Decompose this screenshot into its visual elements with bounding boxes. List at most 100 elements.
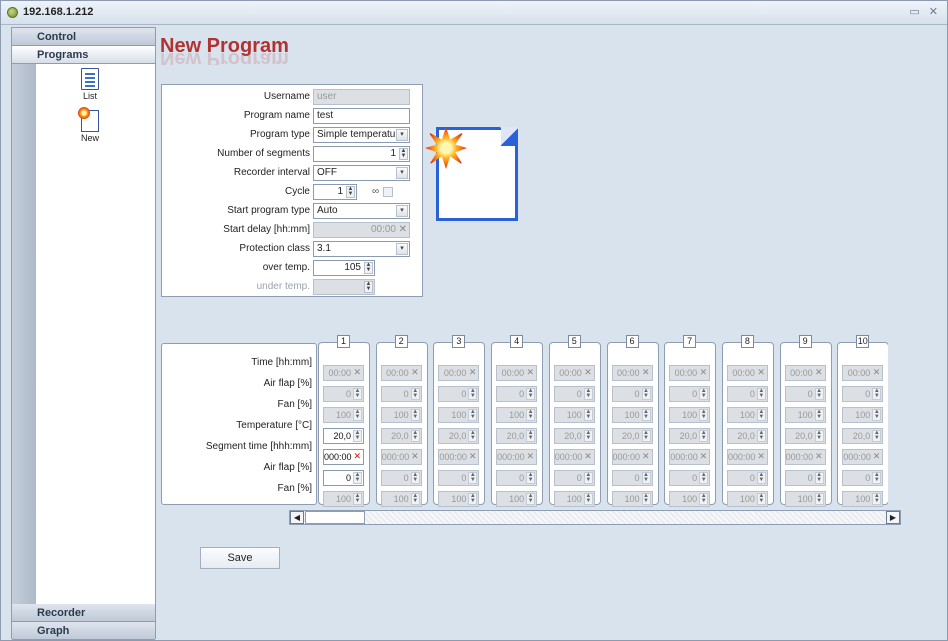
scroll-left-icon[interactable]: ◀ [290, 511, 304, 524]
segment-cell-fan: 100 ▲ ▼ [323, 407, 364, 423]
program-name-input[interactable]: test [313, 108, 410, 124]
segment-cell-airflap: 0 ▲ ▼ [842, 386, 884, 402]
segment-cell-value: 000:00 [497, 452, 525, 462]
cycle-stepper[interactable]: 1 ▲ ▼ [313, 184, 357, 200]
window-controls[interactable]: ▭ ✕ [909, 5, 941, 18]
scrollbar-thumb[interactable] [305, 511, 365, 524]
segment-cell-fan: 100 ▲ ▼ [380, 407, 422, 423]
new-program-document-icon [425, 125, 518, 221]
segment-cell-segtime: 000:00 ✕ [669, 449, 711, 465]
segment-cell-fan2: 100 ▲ ▼ [496, 491, 538, 507]
new-document-icon [78, 107, 99, 132]
sidebar-section-graph[interactable]: Graph [12, 622, 155, 640]
spinner-icon[interactable]: ▲ ▼ [353, 472, 362, 484]
spinner-icon: ▲ ▼ [468, 388, 478, 400]
spinner-icon: ▲ ▼ [353, 388, 362, 400]
segment-cell-value: 0 [403, 473, 409, 483]
sidebar-section-control[interactable]: Control [12, 28, 155, 46]
segment-column: 9 00:00 ✕ 0 ▲ ▼ 100 ▲ ▼ 20,0 ▲ ▼ 000:00 ✕ 0 ▲ ▼ 100 ▲ ▼ [779, 335, 832, 507]
clear-icon: ✕ [468, 451, 477, 461]
chevron-down-icon[interactable]: ▾ [396, 205, 408, 217]
start-type-select[interactable]: Auto ▾ [313, 203, 410, 219]
recorder-select[interactable]: OFF ▾ [313, 165, 410, 181]
segment-cell-segtime[interactable]: 000:00 ✕ [323, 449, 364, 465]
segment-cell-temp: 20,0 ▲ ▼ [784, 428, 826, 444]
cycle-label: Cycle [284, 186, 310, 197]
segment-cell-value: 20,0 [795, 431, 813, 441]
segment-cell-value: 0 [634, 389, 640, 399]
segment-cell-value: 0 [692, 389, 698, 399]
segment-column: 5 00:00 ✕ 0 ▲ ▼ 100 ▲ ▼ 20,0 ▲ ▼ 000:00 ✕ 0 ▲ ▼ 100 ▲ ▼ [548, 335, 601, 507]
segment-cell-fan: 100 ▲ ▼ [438, 407, 480, 423]
chevron-down-icon[interactable]: ▾ [396, 129, 408, 141]
over-temp-stepper[interactable]: 105 ▲ ▼ [313, 260, 375, 276]
row-label-airflap-2: Air flap [%] [263, 462, 312, 473]
segment-cell-fan2: 100 ▲ ▼ [726, 491, 768, 507]
chevron-down-icon[interactable]: ▾ [396, 243, 408, 255]
segment-cell-value: 100 [855, 494, 871, 504]
row-label-fan-2: Fan [%] [277, 483, 312, 494]
segment-cell-segtime: 000:00 ✕ [380, 449, 422, 465]
segment-cell-value: 00:00 [732, 368, 755, 378]
segment-number: 5 [567, 335, 581, 348]
segment-cell-time: 00:00 ✕ [611, 365, 653, 381]
save-button[interactable]: Save [200, 547, 280, 569]
segment-cell-value: 100 [624, 410, 640, 420]
segment-cell-value: 00:00 [328, 368, 351, 378]
segment-cell-value: 00:00 [501, 368, 525, 378]
spinner-icon: ▲ ▼ [526, 430, 536, 442]
protection-select[interactable]: 3.1 ▾ [313, 241, 410, 257]
sidebar-item-new[interactable]: New [65, 107, 115, 143]
segment-cell-segtime: 000:00 ✕ [553, 449, 595, 465]
segment-cell-value: 0 [403, 389, 409, 399]
spinner-icon: ▲ ▼ [641, 409, 651, 421]
spinner-icon[interactable]: ▲ ▼ [353, 430, 362, 442]
sidebar-section-programs[interactable]: Programs [12, 46, 155, 64]
sidebar: Control Programs List New Recorder Graph [11, 27, 156, 640]
spinner-icon: ▲ ▼ [872, 430, 882, 442]
program-type-select[interactable]: Simple temperature ▾ [313, 127, 410, 143]
spinner-icon: ▲ ▼ [699, 409, 709, 421]
spinner-icon: ▲ ▼ [583, 388, 593, 400]
spinner-icon: ▲ ▼ [756, 409, 766, 421]
program-form: Username user Program name test Program … [161, 84, 423, 297]
segment-cell-airflap2[interactable]: 0 ▲ ▼ [323, 470, 364, 486]
segment-cell-segtime: 000:00 ✕ [611, 449, 653, 465]
segment-cell-value: 100 [624, 494, 640, 504]
spinner-icon: ▲ ▼ [756, 430, 766, 442]
over-temp-label: over temp. [262, 262, 310, 273]
sidebar-section-recorder[interactable]: Recorder [12, 604, 155, 622]
clear-icon: ✕ [584, 451, 592, 461]
clear-icon[interactable]: ✕ [353, 451, 361, 462]
segment-cell-fan: 100 ▲ ▼ [669, 407, 711, 423]
clear-icon: ✕ [757, 451, 765, 461]
spinner-icon[interactable]: ▲ ▼ [399, 148, 408, 160]
segment-cell-time: 00:00 ✕ [669, 365, 711, 381]
segment-cell-fan2: 100 ▲ ▼ [380, 491, 422, 507]
segments-stepper[interactable]: 1 ▲ ▼ [313, 146, 410, 162]
spinner-icon: ▲ ▼ [872, 472, 882, 484]
segments-scrollbar[interactable]: ◀ ▶ [289, 510, 901, 525]
segment-cell-value: 20,0 [621, 431, 640, 441]
spinner-icon[interactable]: ▲ ▼ [346, 186, 355, 198]
clear-icon: ✕ [872, 367, 881, 377]
sidebar-item-list[interactable]: List [65, 68, 115, 101]
under-temp-stepper: ▲ ▼ [313, 279, 375, 295]
segment-cell-value: 000:00 [439, 452, 467, 462]
spinner-icon: ▲ ▼ [526, 409, 536, 421]
segment-cell-airflap: 0 ▲ ▼ [553, 386, 595, 402]
segment-cell-time: 00:00 ✕ [784, 365, 826, 381]
scroll-right-icon[interactable]: ▶ [886, 511, 900, 524]
segment-cell-value: 000:00 [554, 452, 583, 462]
segment-cell-temp: 20,0 ▲ ▼ [669, 428, 711, 444]
segment-cell-airflap2: 0 ▲ ▼ [611, 470, 653, 486]
clear-icon: ✕ [353, 367, 361, 377]
segment-cell-temp[interactable]: 20,0 ▲ ▼ [323, 428, 364, 444]
segment-number: 1 [337, 335, 350, 348]
spinner-icon: ▲ ▼ [814, 472, 824, 484]
segment-number: 8 [740, 335, 754, 348]
cycle-infinite-checkbox[interactable] [383, 187, 393, 197]
chevron-down-icon[interactable]: ▾ [396, 167, 408, 179]
spinner-icon[interactable]: ▲ ▼ [364, 262, 373, 274]
spinner-icon: ▲ ▼ [814, 430, 824, 442]
